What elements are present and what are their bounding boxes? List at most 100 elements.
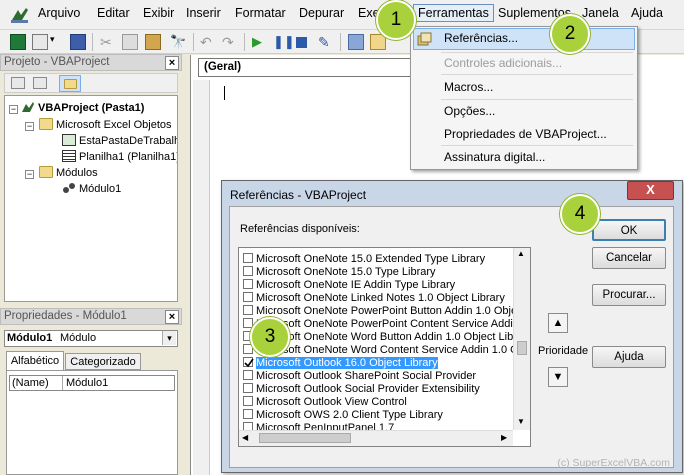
scroll-thumb[interactable] [259,433,351,443]
tree-item-modules[interactable]: Módulos [39,166,98,181]
tree-item-sheet1[interactable]: Planilha1 (Planilha1) [62,150,177,165]
cut-icon[interactable]: ✂ [100,34,116,50]
paste-icon[interactable] [145,34,161,50]
object-type: Módulo [60,332,97,344]
dialog-title: Referências - VBAProject [230,188,367,202]
menu-item-propriedades-vbaproject[interactable]: Propriedades de VBAProject... [444,127,607,141]
reference-checkbox[interactable] [243,383,253,393]
tab-alfabetico[interactable]: Alfabético [6,351,64,370]
scroll-thumb[interactable] [517,341,527,355]
list-item[interactable]: Microsoft Outlook SharePoint Social Prov… [243,370,476,383]
project-explorer-icon[interactable] [348,34,364,50]
menu-item-opcoes[interactable]: Opções... [444,104,495,118]
menu-item-assinatura-digital[interactable]: Assinatura digital... [444,150,545,164]
list-item[interactable]: Microsoft Outlook Social Provider Extens… [243,383,480,396]
priority-up-button[interactable]: ▲ [548,313,568,333]
tree-item-vbaproject[interactable]: VBAProject (Pasta1) [21,101,144,116]
menu-formatar[interactable]: Formatar [235,6,286,20]
chevron-down-icon[interactable]: ▾ [50,34,60,50]
reference-checkbox[interactable] [243,305,253,315]
list-item[interactable]: Microsoft OneNote 15.0 Type Library [243,266,436,279]
list-item[interactable]: Microsoft OneNote 15.0 Extended Type Lib… [243,253,485,266]
menu-ferramentas[interactable]: Ferramentas [413,4,494,22]
menu-exibir[interactable]: Exibir [143,6,174,20]
reference-checkbox-checked[interactable] [243,357,254,368]
chevron-down-icon[interactable]: ▾ [162,331,176,345]
list-item[interactable]: Microsoft OneNote Linked Notes 1.0 Objec… [243,292,505,305]
reference-checkbox[interactable] [243,292,253,302]
toolbar-separator [340,33,341,51]
view-object-icon[interactable] [33,77,47,89]
view-code-icon[interactable] [11,77,25,89]
collapse-icon[interactable]: − [25,122,34,131]
object-combo[interactable]: (Geral) [198,58,418,77]
close-properties-panel-icon[interactable]: × [165,310,179,324]
redo-icon[interactable]: ↷ [222,34,238,50]
reference-name: Microsoft OneNote Word Content Service A… [256,344,519,356]
dialog-close-button[interactable]: X [627,181,674,200]
reset-icon[interactable] [296,37,307,48]
project-panel-title: Projeto - VBAProject [0,54,182,71]
reference-name: Microsoft OneNote Linked Notes 1.0 Objec… [256,292,505,304]
tree-label: Módulos [56,167,98,179]
menu-inserir[interactable]: Inserir [186,6,221,20]
tree-item-this-workbook[interactable]: EstaPastaDeTrabalho [62,134,177,149]
reference-checkbox[interactable] [243,409,253,419]
copy-icon[interactable] [122,34,138,50]
save-icon[interactable] [70,34,86,50]
reference-checkbox[interactable] [243,396,253,406]
scroll-up-icon[interactable]: ▲ [517,249,525,258]
menu-item-referencias[interactable]: Referências... [444,31,518,45]
tree-item-excel-objects[interactable]: Microsoft Excel Objetos [39,118,172,133]
reference-checkbox[interactable] [243,266,253,276]
menu-arquivo[interactable]: Arquivo [38,6,80,20]
tab-categorizado[interactable]: Categorizado [65,353,141,370]
list-item-selected[interactable]: Microsoft Outlook 16.0 Object Library [243,357,438,370]
toggle-folders-icon[interactable] [59,75,81,92]
horizontal-scrollbar[interactable]: ◀ ▶ [239,430,513,446]
help-button[interactable]: Ajuda [592,346,666,368]
list-item[interactable]: Microsoft OneNote IE Addin Type Library [243,279,455,292]
tree-label: Microsoft Excel Objetos [56,119,172,131]
insert-object-icon[interactable] [32,34,48,50]
toolbar-separator [244,33,245,51]
menu-item-macros[interactable]: Macros... [444,80,493,94]
reference-checkbox[interactable] [243,370,253,380]
menu-ajuda[interactable]: Ajuda [631,6,663,20]
undo-icon[interactable]: ↶ [200,34,216,50]
cancel-button[interactable]: Cancelar [592,247,666,269]
collapse-icon[interactable]: − [25,170,34,179]
browse-button[interactable]: Procurar... [592,284,666,306]
scroll-down-icon[interactable]: ▼ [517,417,525,426]
project-tree: − VBAProject (Pasta1) − Microsoft Excel … [4,95,178,302]
reference-name: Microsoft Outlook View Control [256,396,407,408]
property-row[interactable]: (Name) Módulo1 [9,375,175,391]
list-item[interactable]: Microsoft Outlook View Control [243,396,407,409]
vertical-scrollbar[interactable]: ▲ ▼ [513,248,530,430]
module-icon [62,182,76,194]
menu-janela[interactable]: Janela [582,6,619,20]
design-mode-icon[interactable]: ✎ [318,34,334,50]
scroll-right-icon[interactable]: ▶ [501,433,507,442]
list-item[interactable]: Microsoft OWS 2.0 Client Type Library [243,409,443,422]
object-selector[interactable]: Módulo1 Módulo ▾ [4,330,178,347]
find-icon[interactable]: 🔭 [170,34,186,50]
menu-depurar[interactable]: Depurar [299,6,344,20]
menu-editar[interactable]: Editar [97,6,130,20]
excel-vba-icon[interactable] [10,6,30,24]
view-excel-icon[interactable] [10,34,26,50]
ok-button[interactable]: OK [592,219,666,241]
run-icon[interactable]: ▶ [252,34,268,50]
callout-3: 3 [250,317,290,357]
scroll-left-icon[interactable]: ◀ [242,433,248,442]
collapse-icon[interactable]: − [9,105,18,114]
priority-label: Prioridade [538,345,589,357]
reference-checkbox[interactable] [243,253,253,263]
reference-checkbox[interactable] [243,279,253,289]
priority-down-button[interactable]: ▼ [548,367,568,387]
list-item[interactable]: Microsoft OneNote PowerPoint Button Addi… [243,305,517,318]
close-project-panel-icon[interactable]: × [165,56,179,70]
pause-icon[interactable]: ❚❚ [273,34,295,50]
property-value: Módulo1 [66,377,109,389]
tree-item-module1[interactable]: Módulo1 [62,182,121,197]
